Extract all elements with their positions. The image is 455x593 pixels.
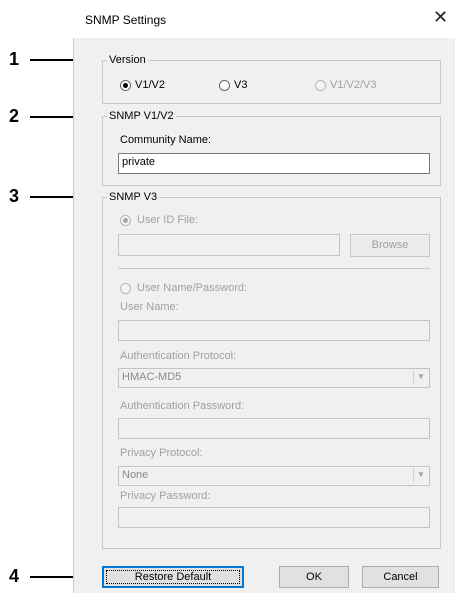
- auth-password-input[interactable]: [118, 418, 430, 439]
- radio-v1v2v3[interactable]: [315, 80, 326, 91]
- callout-4: 4: [9, 566, 20, 586]
- auth-protocol-select[interactable]: HMAC-MD5 ▼: [118, 368, 430, 388]
- user-id-file-input[interactable]: [118, 234, 340, 256]
- radio-v3-label: V3: [234, 79, 248, 91]
- callout-1: 1: [9, 49, 20, 69]
- snmp-v1v2-group: SNMP V1/V2: [102, 110, 441, 186]
- cancel-button[interactable]: Cancel: [362, 566, 439, 588]
- dialog-title: SNMP Settings: [85, 13, 167, 27]
- radio-v3[interactable]: [219, 80, 230, 91]
- radio-user-id-file[interactable]: [120, 215, 131, 226]
- privacy-protocol-select[interactable]: None ▼: [118, 466, 430, 486]
- ok-button[interactable]: OK: [279, 566, 349, 588]
- chevron-down-icon: ▼: [413, 370, 428, 384]
- user-name-label: User Name:: [120, 301, 179, 313]
- privacy-protocol-label: Privacy Protocol:: [120, 447, 203, 459]
- close-icon[interactable]: ✕: [433, 9, 448, 27]
- privacy-protocol-value: None: [122, 469, 149, 481]
- privacy-password-input[interactable]: [118, 507, 430, 528]
- callout-2: 2: [9, 106, 20, 126]
- auth-password-label: Authentication Password:: [120, 400, 245, 412]
- callout-3: 3: [9, 186, 20, 206]
- user-id-file-label: User ID File:: [137, 214, 199, 226]
- snmp-v3-group-legend: SNMP V3: [109, 191, 158, 203]
- radio-v1v2[interactable]: [120, 80, 131, 91]
- community-name-label: Community Name:: [120, 134, 212, 146]
- v3-separator: [118, 268, 430, 269]
- restore-default-button[interactable]: Restore Default: [102, 566, 244, 588]
- radio-v1v2-label: V1/V2: [135, 79, 165, 91]
- radio-v1v2v3-label: V1/V2/V3: [330, 79, 377, 91]
- auth-protocol-label: Authentication Protocol:: [120, 350, 237, 362]
- user-name-password-label: User Name/Password:: [137, 282, 248, 294]
- version-group-legend: Version: [109, 54, 146, 66]
- privacy-password-label: Privacy Password:: [120, 490, 211, 502]
- snmp-v1v2-group-legend: SNMP V1/V2: [109, 110, 174, 122]
- chevron-down-icon: ▼: [413, 468, 428, 482]
- community-name-input[interactable]: private: [118, 153, 430, 174]
- auth-protocol-value: HMAC-MD5: [122, 371, 182, 383]
- radio-user-name-password[interactable]: [120, 283, 131, 294]
- user-name-input[interactable]: [118, 320, 430, 341]
- browse-button[interactable]: Browse: [350, 234, 430, 257]
